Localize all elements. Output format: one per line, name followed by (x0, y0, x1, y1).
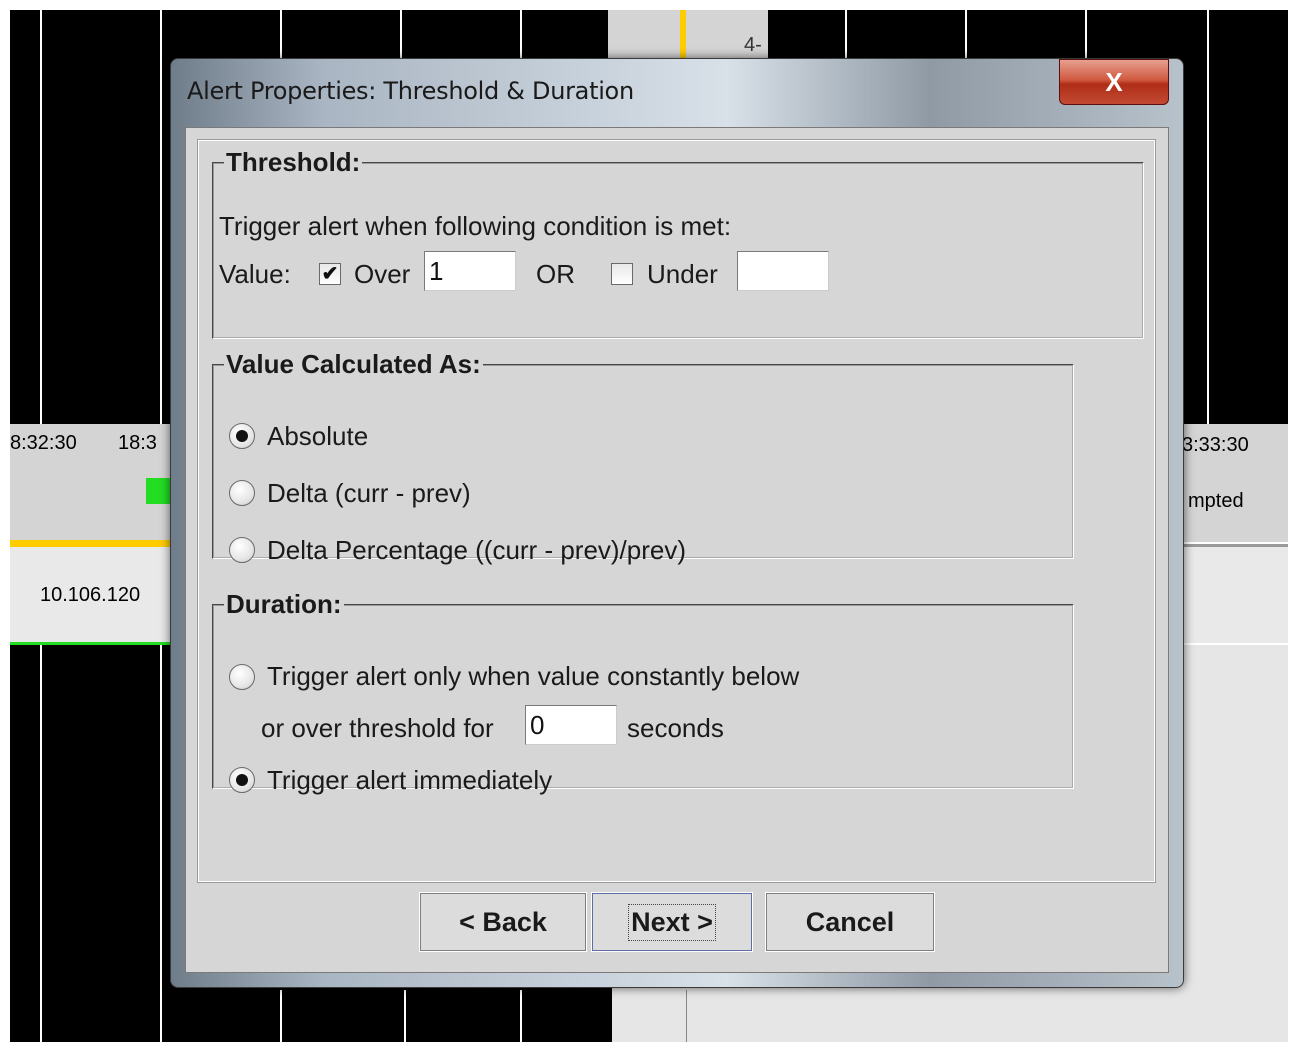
under-label: Under (647, 259, 718, 289)
trigger-immediately-label: Trigger alert immediately (267, 765, 553, 795)
grid-line (845, 10, 847, 60)
back-button-label: < Back (459, 906, 547, 937)
grid-line (965, 10, 967, 60)
next-button-label: Next > (628, 903, 716, 941)
calculation-legend: Value Calculated As: (226, 349, 481, 379)
time-label-left-2: 18:3 (118, 432, 157, 454)
next-button[interactable]: Next > (591, 892, 753, 952)
grid-line (160, 10, 162, 424)
value-label: Value: (219, 259, 291, 289)
time-label-left: 8:32:30 (10, 432, 77, 454)
calculation-group: Value Calculated As: (212, 349, 1074, 559)
absolute-radio[interactable] (229, 423, 255, 449)
trigger-immediately-radio[interactable] (229, 767, 255, 793)
delta-radio[interactable] (229, 480, 255, 506)
over-value-input[interactable] (424, 251, 516, 291)
grid-line (400, 10, 402, 60)
close-button[interactable]: X (1059, 59, 1169, 105)
cancel-button-label: Cancel (805, 906, 895, 937)
grid-line (1207, 10, 1209, 424)
wizard-panel: Threshold: Trigger alert when following … (197, 139, 1156, 883)
delta-percentage-label: Delta Percentage ((curr - prev)/prev) (267, 535, 687, 565)
alert-properties-dialog: Alert Properties: Threshold & Duration X… (170, 58, 1184, 988)
under-checkbox[interactable] (611, 263, 633, 285)
duration-option1-line2: or over threshold for (261, 713, 494, 743)
time-label-right: 3:33:30 (1182, 434, 1249, 456)
grid-line (280, 990, 282, 1042)
grid-line (160, 645, 162, 1042)
close-icon: X (1105, 66, 1123, 97)
threshold-group: Threshold: (212, 147, 1144, 339)
absolute-label: Absolute (267, 421, 369, 451)
duration-legend: Duration: (226, 589, 342, 619)
grid-line (280, 10, 282, 60)
threshold-legend: Threshold: (226, 147, 361, 177)
grid-line (1085, 10, 1087, 60)
delta-percentage-radio[interactable] (229, 537, 255, 563)
duration-option1-line1: Trigger alert only when value constantly… (267, 661, 800, 691)
grid-line (40, 10, 42, 424)
green-marker (146, 478, 172, 504)
seconds-input[interactable] (525, 705, 617, 745)
ip-address-label: 10.106.120 (40, 584, 141, 606)
yellow-separator (10, 540, 175, 547)
axis-label: 4- (744, 34, 762, 56)
status-text: mpted (1188, 490, 1244, 512)
under-value-input[interactable] (737, 251, 829, 291)
grid-line (686, 990, 687, 1042)
dialog-title: Alert Properties: Threshold & Duration (187, 77, 634, 105)
seconds-label: seconds (627, 713, 724, 743)
back-button[interactable]: < Back (419, 892, 587, 952)
delta-label: Delta (curr - prev) (267, 478, 471, 508)
grid-line (40, 645, 42, 1042)
dialog-content: Threshold: Trigger alert when following … (185, 127, 1169, 973)
over-label: Over (354, 259, 411, 289)
grid-line (520, 10, 522, 60)
or-label: OR (536, 259, 575, 289)
threshold-instruction: Trigger alert when following condition i… (219, 211, 732, 241)
grid-line (404, 990, 406, 1042)
grid-line (520, 990, 522, 1042)
duration-threshold-radio[interactable] (229, 664, 255, 690)
cancel-button[interactable]: Cancel (765, 892, 935, 952)
time-cursor-line (680, 10, 686, 60)
over-checkbox[interactable]: ✔ (319, 263, 341, 285)
